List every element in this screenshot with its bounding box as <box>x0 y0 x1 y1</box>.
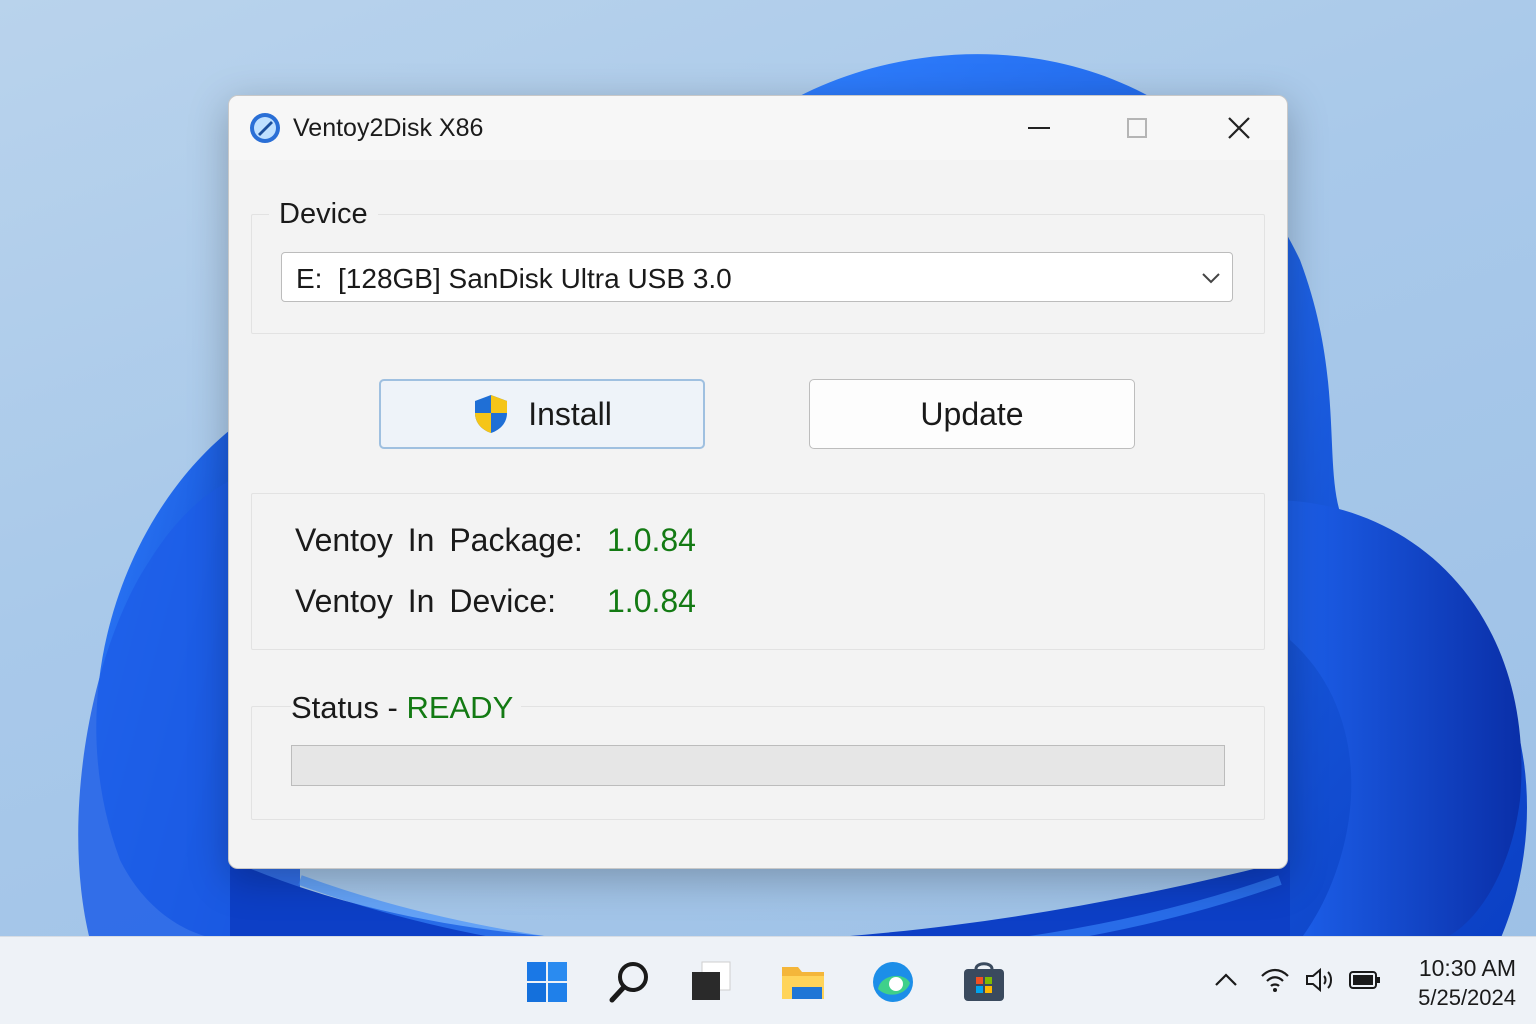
edge-icon[interactable] <box>870 959 916 1005</box>
device-version-value: 1.0.84 <box>607 583 696 619</box>
task-view-icon[interactable] <box>688 959 734 1005</box>
status-label: Status - <box>291 690 407 725</box>
window-title: Ventoy2Disk X86 <box>293 114 484 142</box>
update-button-label: Update <box>920 395 1024 432</box>
close-icon <box>1228 117 1250 139</box>
package-version-label: Ventoy In Package: <box>295 522 583 558</box>
maximize-button[interactable] <box>1089 96 1185 160</box>
volume-icon[interactable] <box>1304 967 1336 993</box>
store-icon[interactable] <box>961 959 1007 1005</box>
progress-bar <box>291 745 1225 786</box>
package-version-value: 1.0.84 <box>607 522 696 558</box>
title-bar[interactable]: Ventoy2Disk X86 <box>229 96 1287 160</box>
ventoy-window: Ventoy2Disk X86 Device E: [128GB] SanDis… <box>228 95 1288 869</box>
chevron-up-icon[interactable] <box>1213 967 1239 993</box>
minimize-icon <box>1028 127 1050 129</box>
clock-date[interactable]: 5/25/2024 <box>1418 985 1516 1011</box>
status-value: READY <box>406 690 514 725</box>
device-dropdown-value: E: [128GB] SanDisk Ultra USB 3.0 <box>296 263 732 294</box>
wifi-icon[interactable] <box>1260 967 1290 993</box>
file-explorer-icon[interactable] <box>780 959 826 1005</box>
start-icon[interactable] <box>524 959 570 1005</box>
version-group <box>251 493 1265 650</box>
battery-icon[interactable] <box>1348 967 1382 993</box>
device-group-label: Device <box>269 198 378 231</box>
clock-time[interactable]: 10:30 AM <box>1419 955 1516 982</box>
uac-shield-icon <box>475 395 508 433</box>
maximize-icon <box>1127 118 1147 138</box>
desktop: Ventoy2Disk X86 Device E: [128GB] SanDis… <box>0 0 1536 1024</box>
ventoy-app-icon <box>250 113 280 143</box>
taskbar: 10:30 AM 5/25/2024 <box>0 936 1536 1024</box>
device-version-label: Ventoy In Device: <box>295 583 557 619</box>
status-text: Status - READY <box>291 690 522 726</box>
install-button[interactable]: Install <box>379 379 705 449</box>
close-button[interactable] <box>1191 96 1287 160</box>
device-dropdown[interactable]: E: [128GB] SanDisk Ultra USB 3.0 <box>281 252 1233 302</box>
search-icon[interactable] <box>606 959 652 1005</box>
install-button-label: Install <box>528 395 612 432</box>
update-button[interactable]: Update <box>809 379 1135 449</box>
chevron-down-icon <box>1202 273 1220 284</box>
minimize-button[interactable] <box>991 96 1087 160</box>
